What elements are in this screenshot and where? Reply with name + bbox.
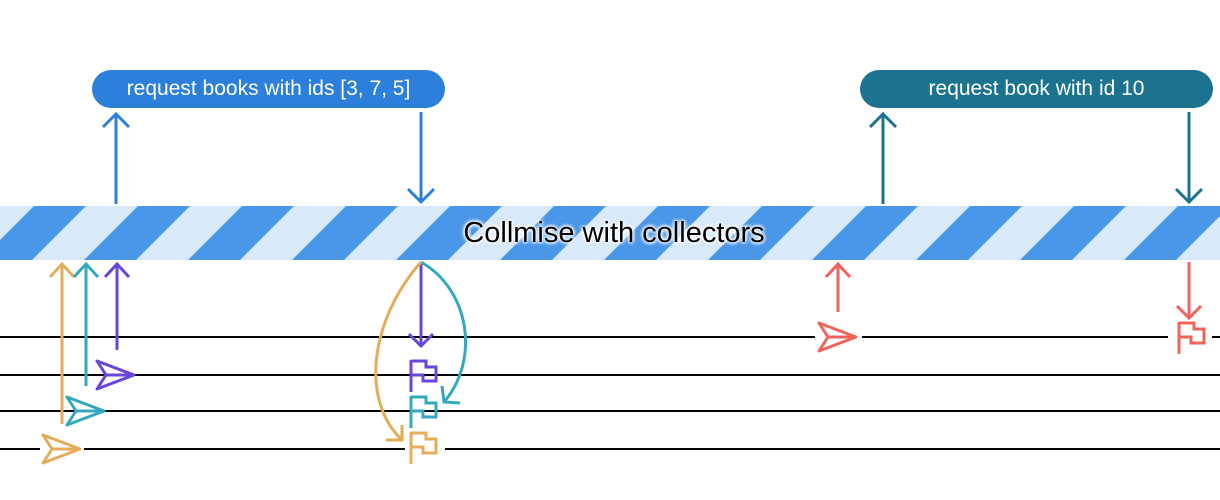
flag-icon [409, 431, 438, 464]
send-icon [817, 321, 858, 353]
single-request-pill: request book with id 10 [860, 70, 1213, 108]
arrow-down-icon [374, 261, 423, 442]
batch-request-pill: request books with ids [3, 7, 5] [92, 70, 445, 108]
arrow-down-icon [1175, 262, 1203, 321]
flag-icon [1177, 321, 1206, 354]
batch-request-arrows [101, 111, 436, 205]
single-request-arrows [868, 111, 1204, 205]
send-icon [41, 433, 82, 465]
arrow-up-icon [72, 261, 100, 386]
arrow-up-icon [824, 261, 852, 312]
flag-icons [409, 321, 1206, 464]
single-request-label: request book with id 10 [928, 77, 1145, 100]
batch-request-label: request books with ids [3, 7, 5] [126, 77, 411, 100]
collmise-band [0, 206, 1220, 260]
timelines [0, 336, 1220, 450]
response-arrows [374, 260, 1203, 442]
